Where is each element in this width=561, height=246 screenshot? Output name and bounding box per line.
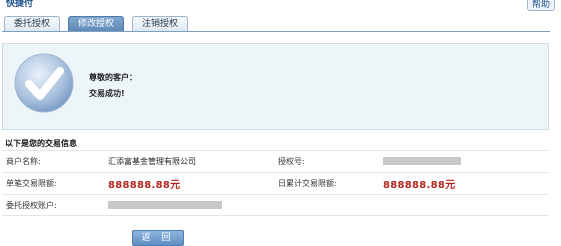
- auth-no-redacted: [383, 157, 461, 165]
- help-link[interactable]: 帮助: [526, 0, 555, 11]
- daily-limit-value: 888888.88元: [383, 180, 456, 191]
- merchant-value: 汇添富基金管理有限公司: [108, 157, 196, 166]
- row-divider: [2, 194, 549, 195]
- tab-cancel-auth[interactable]: 注销授权: [132, 16, 188, 31]
- tab-entrust-auth[interactable]: 委托授权: [4, 16, 60, 31]
- app-title: 快捷付: [6, 0, 34, 9]
- merchant-label: 商户名称:: [6, 157, 41, 166]
- single-limit-value: 888888.88元: [108, 180, 181, 191]
- greeting-text: 尊敬的客户：: [89, 73, 137, 82]
- single-limit-label: 单笔交易限额:: [6, 179, 57, 188]
- success-message: 交易成功!: [89, 89, 125, 98]
- success-check-icon: [14, 53, 74, 113]
- auth-no-label: 授权号:: [278, 157, 305, 166]
- row-divider: [2, 215, 549, 216]
- row-divider: [2, 172, 549, 173]
- tab-underline: [2, 31, 550, 32]
- success-panel: [2, 43, 549, 130]
- daily-limit-label: 日累计交易限额:: [278, 179, 337, 188]
- account-label: 委托授权账户:: [6, 201, 57, 210]
- row-divider: [2, 150, 549, 151]
- section-title: 以下是您的交易信息: [5, 139, 77, 148]
- tab-modify-auth[interactable]: 修改授权: [68, 16, 124, 31]
- account-redacted: [108, 201, 222, 209]
- return-button[interactable]: 返 回: [132, 230, 184, 246]
